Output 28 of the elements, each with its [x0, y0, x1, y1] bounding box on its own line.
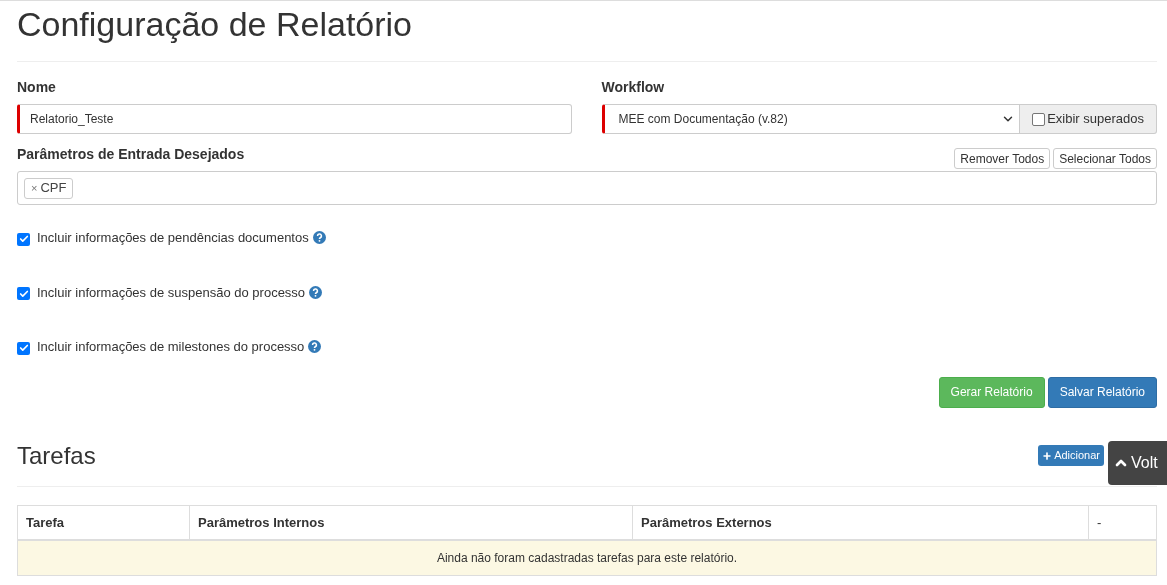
plus-icon: [1042, 450, 1053, 461]
action-button[interactable]: Salvar Relatório: [1047, 376, 1157, 408]
tags-input[interactable]: × CPF: [17, 171, 1157, 205]
superseded-toggle[interactable]: Exibir superados: [1020, 104, 1157, 134]
select-button[interactable]: Remover Todos: [954, 148, 1051, 169]
help-icon[interactable]: [309, 285, 323, 299]
checkbox[interactable]: [17, 287, 30, 301]
section-title: Tarefas: [17, 440, 96, 471]
field-label: Nome: [17, 78, 56, 97]
empty-message: Ainda não foram cadastradas tarefas para este relatório.: [17, 540, 1157, 575]
field-label: Workflow: [601, 78, 665, 97]
select-button[interactable]: Selecionar Todos: [1053, 148, 1157, 169]
checkbox[interactable]: [17, 341, 30, 355]
checkbox[interactable]: [1032, 112, 1046, 126]
tag[interactable]: × CPF: [24, 177, 74, 199]
option-label: Incluir informações de pendências documentos: [37, 229, 309, 247]
checkbox[interactable]: [17, 232, 30, 246]
field-label: Parâmetros de Entrada Desejados: [17, 145, 245, 164]
remove-tag-icon[interactable]: ×: [31, 179, 38, 197]
option-label: Incluir informações de milestones do processo: [37, 338, 305, 356]
workflow-select[interactable]: MEE com Documentação (v.82): [601, 104, 1021, 134]
help-icon[interactable]: [312, 231, 326, 245]
name-input[interactable]: Relatorio_Teste: [17, 104, 572, 134]
page-title: Configuração de Relatório: [17, 4, 413, 45]
add-task-button[interactable]: Adicionar: [1038, 445, 1104, 466]
back-to-top-button[interactable]: Volt: [1108, 441, 1167, 485]
help-icon[interactable]: [308, 340, 322, 354]
option-label: Incluir informações de suspensão do processo: [37, 283, 306, 302]
